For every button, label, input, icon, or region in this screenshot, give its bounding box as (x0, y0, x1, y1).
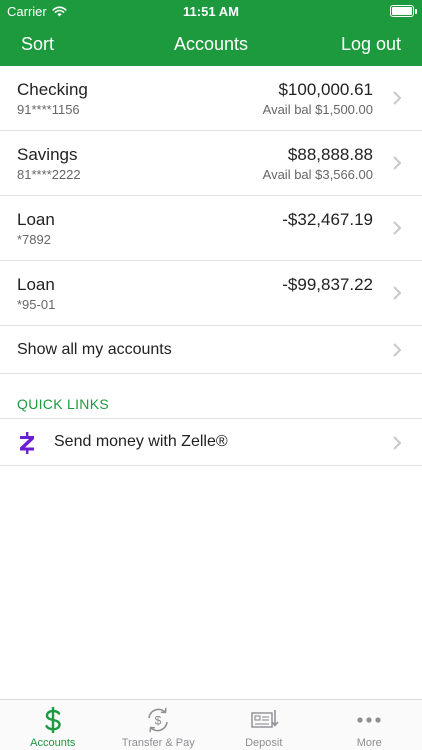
status-time: 11:51 AM (183, 4, 239, 19)
tab-label: Deposit (245, 737, 283, 749)
available-balance: Avail bal $3,566.00 (262, 167, 373, 182)
tab-label: Transfer & Pay (121, 737, 195, 749)
account-name: Loan (17, 275, 55, 294)
logout-button[interactable]: Log out (341, 34, 401, 55)
sort-button[interactable]: Sort (21, 34, 54, 55)
tab-deposit[interactable]: Deposit (211, 700, 317, 750)
account-balance: -$32,467.19 (282, 210, 373, 229)
account-row-loan-7892[interactable]: Loan *7892 -$32,467.19 (0, 196, 422, 261)
zelle-icon (20, 432, 34, 454)
accounts-list: Checking 91****1156 $100,000.61 Avail ba… (0, 66, 422, 466)
show-all-label: Show all my accounts (17, 341, 172, 358)
tab-label: More (356, 737, 382, 749)
app-header: Carrier 11:51 AM Sort Accounts Log out (0, 0, 422, 66)
account-name: Checking (17, 80, 88, 99)
svg-text:$: $ (155, 714, 162, 728)
tab-label: Accounts (30, 737, 76, 749)
account-balance: -$99,837.22 (282, 275, 373, 294)
tab-transfer-pay[interactable]: $ Transfer & Pay (106, 700, 212, 750)
account-row-loan-9501[interactable]: Loan *95-01 -$99,837.22 (0, 261, 422, 326)
account-row-savings[interactable]: Savings 81****2222 $88,888.88 Avail bal … (0, 131, 422, 196)
account-number: *7892 (17, 232, 51, 247)
chevron-right-icon (393, 286, 402, 300)
account-row-checking[interactable]: Checking 91****1156 $100,000.61 Avail ba… (0, 66, 422, 131)
chevron-right-icon (393, 156, 402, 170)
deposit-icon (251, 710, 279, 728)
transfer-icon: $ (148, 707, 168, 733)
tab-more[interactable]: More (317, 700, 422, 750)
status-bar: Carrier 11:51 AM (0, 0, 422, 22)
account-balance: $100,000.61 (278, 80, 373, 99)
dollar-icon (45, 707, 61, 733)
account-number: 91****1156 (17, 102, 80, 117)
account-number: 81****2222 (17, 167, 81, 182)
chevron-right-icon (393, 343, 402, 357)
tab-bar: Accounts $ Transfer & Pay Deposit More (0, 699, 422, 750)
show-all-accounts-row[interactable]: Show all my accounts (0, 326, 422, 374)
available-balance: Avail bal $1,500.00 (262, 102, 373, 117)
battery-icon (390, 5, 417, 17)
quick-links-header: QUICK LINKS (0, 394, 422, 418)
account-name: Loan (17, 210, 55, 229)
account-number: *95-01 (17, 297, 56, 312)
nav-bar: Sort Accounts Log out (0, 22, 422, 66)
more-icon (357, 717, 381, 723)
chevron-right-icon (393, 91, 402, 105)
quick-links-title: QUICK LINKS (17, 396, 109, 412)
account-name: Savings (17, 145, 78, 164)
chevron-right-icon (393, 436, 402, 450)
zelle-label: Send money with Zelle® (54, 433, 228, 450)
tab-accounts[interactable]: Accounts (0, 700, 106, 750)
zelle-link-row[interactable]: Send money with Zelle® (0, 418, 422, 466)
account-balance: $88,888.88 (287, 145, 373, 164)
chevron-right-icon (393, 221, 402, 235)
